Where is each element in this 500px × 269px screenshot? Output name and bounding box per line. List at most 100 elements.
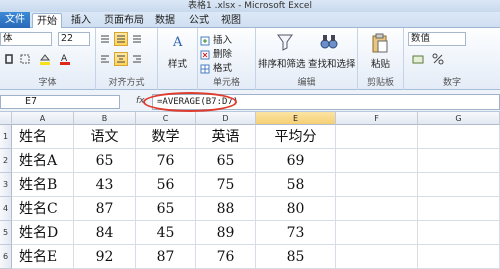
font-size-select[interactable]: 22 xyxy=(58,32,90,46)
tab-data[interactable]: 数据 xyxy=(150,13,180,28)
window-title: 表格1 .xlsx - Microsoft Excel xyxy=(188,1,312,11)
fill-color-button[interactable] xyxy=(38,52,52,66)
cell-e3[interactable]: 58 xyxy=(256,173,336,197)
name-box[interactable]: E7 xyxy=(0,95,120,109)
tab-formulas[interactable]: 公式 xyxy=(184,13,214,28)
cell-a2[interactable]: 姓名A xyxy=(12,149,74,173)
font-name-select[interactable]: 体 xyxy=(0,32,52,46)
cell-a3[interactable]: 姓名B xyxy=(12,173,74,197)
cell-g2[interactable] xyxy=(418,149,500,173)
cell-f5[interactable] xyxy=(336,221,418,245)
column-header-a[interactable]: A xyxy=(12,112,74,125)
row-header-5[interactable]: 5 xyxy=(0,221,12,245)
cell-d4[interactable]: 88 xyxy=(196,197,256,221)
tab-home[interactable]: 开始 xyxy=(32,13,62,28)
cell-f4[interactable] xyxy=(336,197,418,221)
cell-g3[interactable] xyxy=(418,173,500,197)
row-header-3[interactable]: 3 xyxy=(0,173,12,197)
cell-f3[interactable] xyxy=(336,173,418,197)
delete-cells-button[interactable]: 删除 xyxy=(200,46,232,60)
column-header-b[interactable]: B xyxy=(74,112,136,125)
column-header-f[interactable]: F xyxy=(336,112,418,125)
row-header-6[interactable]: 6 xyxy=(0,245,12,269)
tab-view[interactable]: 视图 xyxy=(216,13,246,28)
column-header-c[interactable]: C xyxy=(136,112,196,125)
styles-group: A 样式 xyxy=(158,28,198,90)
cell-d5[interactable]: 89 xyxy=(196,221,256,245)
column-header-d[interactable]: D xyxy=(196,112,256,125)
tab-page-layout[interactable]: 页面布局 xyxy=(100,13,148,28)
currency-format-button[interactable] xyxy=(410,52,426,66)
align-middle-button[interactable] xyxy=(114,32,128,46)
cell-b3[interactable]: 43 xyxy=(74,173,136,197)
border-button[interactable] xyxy=(18,52,32,66)
cell-g1[interactable] xyxy=(418,125,500,149)
tab-insert[interactable]: 插入 xyxy=(66,13,96,28)
cell-e5[interactable]: 73 xyxy=(256,221,336,245)
cell-e6[interactable]: 85 xyxy=(256,245,336,269)
align-center-button[interactable] xyxy=(114,52,128,66)
font-color-icon: A xyxy=(60,54,70,65)
cell-d3[interactable]: 75 xyxy=(196,173,256,197)
column-header-g[interactable]: G xyxy=(418,112,500,125)
cell-c1[interactable]: 数学 xyxy=(136,125,196,149)
cell-g4[interactable] xyxy=(418,197,500,221)
cell-e2[interactable]: 69 xyxy=(256,149,336,173)
percent-format-button[interactable] xyxy=(430,52,446,66)
insert-cells-button[interactable]: 插入 xyxy=(200,32,232,46)
cell-b6[interactable]: 92 xyxy=(74,245,136,269)
cell-d2[interactable]: 65 xyxy=(196,149,256,173)
align-middle-icon xyxy=(117,35,125,43)
cell-d6[interactable]: 76 xyxy=(196,245,256,269)
cell-c2[interactable]: 76 xyxy=(136,149,196,173)
binoculars-icon xyxy=(320,35,338,49)
cell-g6[interactable] xyxy=(418,245,500,269)
paste-button[interactable] xyxy=(370,32,390,54)
cell-e4[interactable]: 80 xyxy=(256,197,336,221)
row-header-2[interactable]: 2 xyxy=(0,149,12,173)
editing-group: 排序和筛选 查找和选择 编辑 xyxy=(256,28,358,90)
cell-c3[interactable]: 56 xyxy=(136,173,196,197)
cell-c6[interactable]: 87 xyxy=(136,245,196,269)
title-bar: 表格1 .xlsx - Microsoft Excel xyxy=(0,0,500,12)
font-color-button[interactable]: A xyxy=(58,52,72,66)
cell-g5[interactable] xyxy=(418,221,500,245)
align-top-button[interactable] xyxy=(98,32,112,46)
column-header-e[interactable]: E xyxy=(256,112,336,125)
cell-a4[interactable]: 姓名C xyxy=(12,197,74,221)
cell-f6[interactable] xyxy=(336,245,418,269)
cell-a1[interactable]: 姓名 xyxy=(12,125,74,149)
bold-icon xyxy=(5,54,13,64)
cell-a6[interactable]: 姓名E xyxy=(12,245,74,269)
number-format-select[interactable]: 数值 xyxy=(408,32,466,46)
bold-button[interactable] xyxy=(2,52,16,66)
cell-d1[interactable]: 英语 xyxy=(196,125,256,149)
cell-a5[interactable]: 姓名D xyxy=(12,221,74,245)
tab-file[interactable]: 文件 xyxy=(0,12,30,28)
cell-f2[interactable] xyxy=(336,149,418,173)
styles-button[interactable]: A xyxy=(170,32,186,50)
find-select-button[interactable] xyxy=(320,32,338,52)
formula-highlight-circle xyxy=(143,92,237,112)
align-left-button[interactable] xyxy=(98,52,112,66)
select-all-corner[interactable] xyxy=(0,112,12,125)
funnel-icon xyxy=(277,34,293,51)
cell-e1[interactable]: 平均分 xyxy=(256,125,336,149)
cell-b1[interactable]: 语文 xyxy=(74,125,136,149)
cell-c5[interactable]: 45 xyxy=(136,221,196,245)
cell-b5[interactable]: 84 xyxy=(74,221,136,245)
cell-b2[interactable]: 65 xyxy=(74,149,136,173)
align-bottom-button[interactable] xyxy=(130,32,144,46)
format-cells-button[interactable]: 格式 xyxy=(200,60,232,74)
align-right-button[interactable] xyxy=(130,52,144,66)
cell-f1[interactable] xyxy=(336,125,418,149)
row-header-4[interactable]: 4 xyxy=(0,197,12,221)
align-right-icon xyxy=(133,55,141,63)
sort-filter-button[interactable] xyxy=(276,32,294,52)
row-header-1[interactable]: 1 xyxy=(0,125,12,149)
cell-b4[interactable]: 87 xyxy=(74,197,136,221)
align-top-icon xyxy=(101,35,109,43)
fill-color-icon xyxy=(39,54,51,65)
find-select-label: 查找和选择 xyxy=(308,59,356,70)
cell-c4[interactable]: 65 xyxy=(136,197,196,221)
